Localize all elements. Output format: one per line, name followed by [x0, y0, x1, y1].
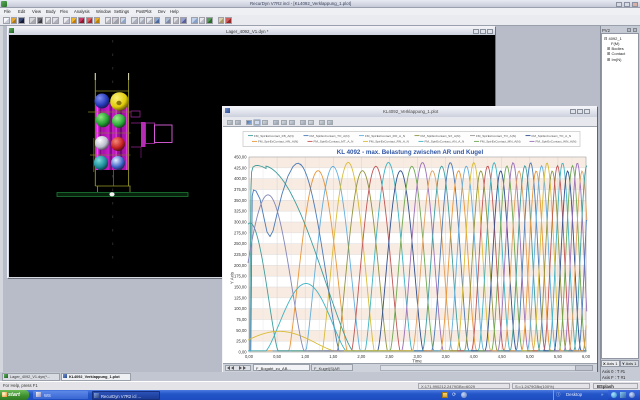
svg-text:FM_SpirExContact_TO_A_N: FM_SpirExContact_TO_A_N	[532, 134, 572, 138]
svg-text:225,00: 225,00	[234, 252, 247, 257]
svg-text:2,50: 2,50	[385, 354, 394, 359]
svg-text:350,00: 350,00	[234, 198, 247, 203]
svg-text:6,00: 6,00	[582, 354, 591, 359]
svg-text:KL 4092 - max. Belastung zwisc: KL 4092 - max. Belastung zwischen AR und…	[337, 149, 484, 156]
svg-text:2,00: 2,00	[357, 354, 366, 359]
svg-text:FM_SpirExContact_RO_A_N: FM_SpirExContact_RO_A_N	[365, 134, 405, 138]
svg-text:0,00: 0,00	[245, 354, 254, 359]
svg-text:FM_SpirExContact_AN_A_N: FM_SpirExContact_AN_A_N	[425, 140, 465, 144]
svg-text:5,00: 5,00	[526, 354, 535, 359]
svg-text:FM_SpirExContact_TO_A(N): FM_SpirExContact_TO_A(N)	[310, 134, 350, 138]
svg-text:325,00: 325,00	[234, 209, 247, 214]
svg-text:FM_SpirExContact_RN_A_N: FM_SpirExContact_RN_A_N	[369, 140, 409, 144]
svg-text:425,00: 425,00	[234, 165, 247, 170]
svg-text:4,50: 4,50	[498, 354, 507, 359]
svg-text:150,00: 150,00	[234, 285, 247, 290]
svg-text:FM_SpirExContact_HN_A(N): FM_SpirExContact_HN_A(N)	[258, 140, 298, 144]
svg-text:1,00: 1,00	[301, 354, 310, 359]
svg-text:FM_SpirExContact_MN_A(N): FM_SpirExContact_MN_A(N)	[480, 140, 521, 144]
svg-text:400,00: 400,00	[234, 176, 247, 181]
svg-text:175,00: 175,00	[234, 274, 247, 279]
svg-text:FM_SpirExContact_TO_A(N): FM_SpirExContact_TO_A(N)	[476, 134, 516, 138]
svg-text:50,00: 50,00	[236, 328, 247, 333]
svg-text:4,00: 4,00	[470, 354, 479, 359]
svg-text:25,00: 25,00	[236, 339, 247, 344]
svg-text:200,00: 200,00	[234, 263, 247, 268]
svg-text:FM_SpirExContact_FB_A(N): FM_SpirExContact_FB_A(N)	[254, 134, 294, 138]
svg-text:300,00: 300,00	[234, 220, 247, 225]
svg-text:FM_SpirExContact_WN_A(N): FM_SpirExContact_WN_A(N)	[536, 140, 577, 144]
svg-text:FM_SpirExContact_SX_A(N): FM_SpirExContact_SX_A(N)	[421, 134, 461, 138]
svg-text:125,00: 125,00	[234, 295, 247, 300]
svg-text:100,00: 100,00	[234, 306, 247, 311]
svg-text:375,00: 375,00	[234, 187, 247, 192]
svg-text:0,50: 0,50	[273, 354, 282, 359]
svg-text:1,50: 1,50	[329, 354, 338, 359]
svg-text:FM_SpirExContact_MT_A_N: FM_SpirExContact_MT_A_N	[314, 140, 354, 144]
svg-text:250,00: 250,00	[234, 241, 247, 246]
svg-text:Y Axis: Y Axis	[230, 271, 235, 284]
svg-text:275,00: 275,00	[234, 230, 247, 235]
svg-text:3,50: 3,50	[442, 354, 451, 359]
svg-text:5,50: 5,50	[554, 354, 563, 359]
svg-text:450,00: 450,00	[234, 155, 247, 160]
svg-text:75,00: 75,00	[236, 317, 247, 322]
